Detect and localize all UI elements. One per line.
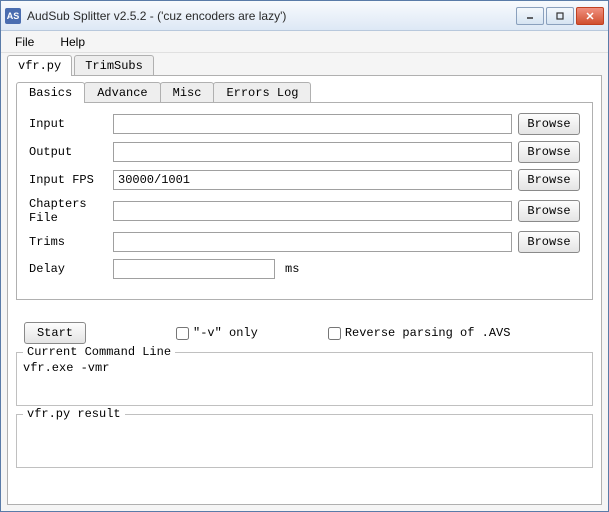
chapters-field[interactable] — [113, 201, 512, 221]
browse-trims-button[interactable]: Browse — [518, 231, 580, 253]
menu-help[interactable]: Help — [54, 33, 91, 51]
vonly-checkbox[interactable] — [176, 327, 189, 340]
browse-chapters-button[interactable]: Browse — [518, 200, 580, 222]
menu-file[interactable]: File — [9, 33, 40, 51]
input-field[interactable] — [113, 114, 512, 134]
output-label: Output — [29, 145, 107, 159]
chapters-label: Chapters File — [29, 197, 107, 225]
browse-fps-button[interactable]: Browse — [518, 169, 580, 191]
input-label: Input — [29, 117, 107, 131]
reverse-checkbox[interactable] — [328, 327, 341, 340]
fps-field[interactable] — [113, 170, 512, 190]
reverse-checkbox-group[interactable]: Reverse parsing of .AVS — [328, 326, 511, 340]
app-icon: AS — [5, 8, 21, 24]
tab-panel-vfr: Basics Advance Misc Errors Log Input Bro… — [7, 75, 602, 505]
command-line-title: Current Command Line — [23, 345, 175, 359]
control-row: Start "-v" only Reverse parsing of .AVS — [16, 322, 593, 344]
tab-trimsubs[interactable]: TrimSubs — [74, 55, 154, 76]
app-window: AS AudSub Splitter v2.5.2 - ('cuz encode… — [0, 0, 609, 512]
window-title: AudSub Splitter v2.5.2 - ('cuz encoders … — [27, 9, 516, 23]
browse-input-button[interactable]: Browse — [518, 113, 580, 135]
delay-label: Delay — [29, 262, 107, 276]
content-area: vfr.py TrimSubs Basics Advance Misc Erro… — [1, 53, 608, 511]
tab-vfr[interactable]: vfr.py — [7, 55, 72, 76]
maximize-button[interactable] — [546, 7, 574, 25]
command-line-group: Current Command Line vfr.exe -vmr — [16, 352, 593, 406]
output-field[interactable] — [113, 142, 512, 162]
trims-field[interactable] — [113, 232, 512, 252]
inner-tabs: Basics Advance Misc Errors Log — [16, 82, 593, 103]
titlebar: AS AudSub Splitter v2.5.2 - ('cuz encode… — [1, 1, 608, 31]
outer-tabs: vfr.py TrimSubs — [7, 55, 602, 76]
tab-errors-log[interactable]: Errors Log — [213, 82, 311, 103]
vonly-checkbox-group[interactable]: "-v" only — [176, 326, 258, 340]
start-button[interactable]: Start — [24, 322, 86, 344]
vonly-label: "-v" only — [193, 326, 258, 340]
tab-basics[interactable]: Basics — [16, 82, 85, 103]
trims-label: Trims — [29, 235, 107, 249]
tab-misc[interactable]: Misc — [160, 82, 215, 103]
tab-advance[interactable]: Advance — [84, 82, 160, 103]
reverse-label: Reverse parsing of .AVS — [345, 326, 511, 340]
delay-unit: ms — [285, 262, 299, 276]
close-button[interactable] — [576, 7, 604, 25]
command-line-text: vfr.exe -vmr — [21, 357, 588, 401]
fps-label: Input FPS — [29, 173, 107, 187]
minimize-button[interactable] — [516, 7, 544, 25]
result-title: vfr.py result — [23, 407, 125, 421]
basics-panel: Input Browse Output Browse Input FPS Bro… — [16, 102, 593, 300]
result-group: vfr.py result — [16, 414, 593, 468]
delay-field[interactable] — [113, 259, 275, 279]
window-buttons — [516, 7, 604, 25]
menubar: File Help — [1, 31, 608, 53]
browse-output-button[interactable]: Browse — [518, 141, 580, 163]
result-text — [21, 419, 588, 463]
